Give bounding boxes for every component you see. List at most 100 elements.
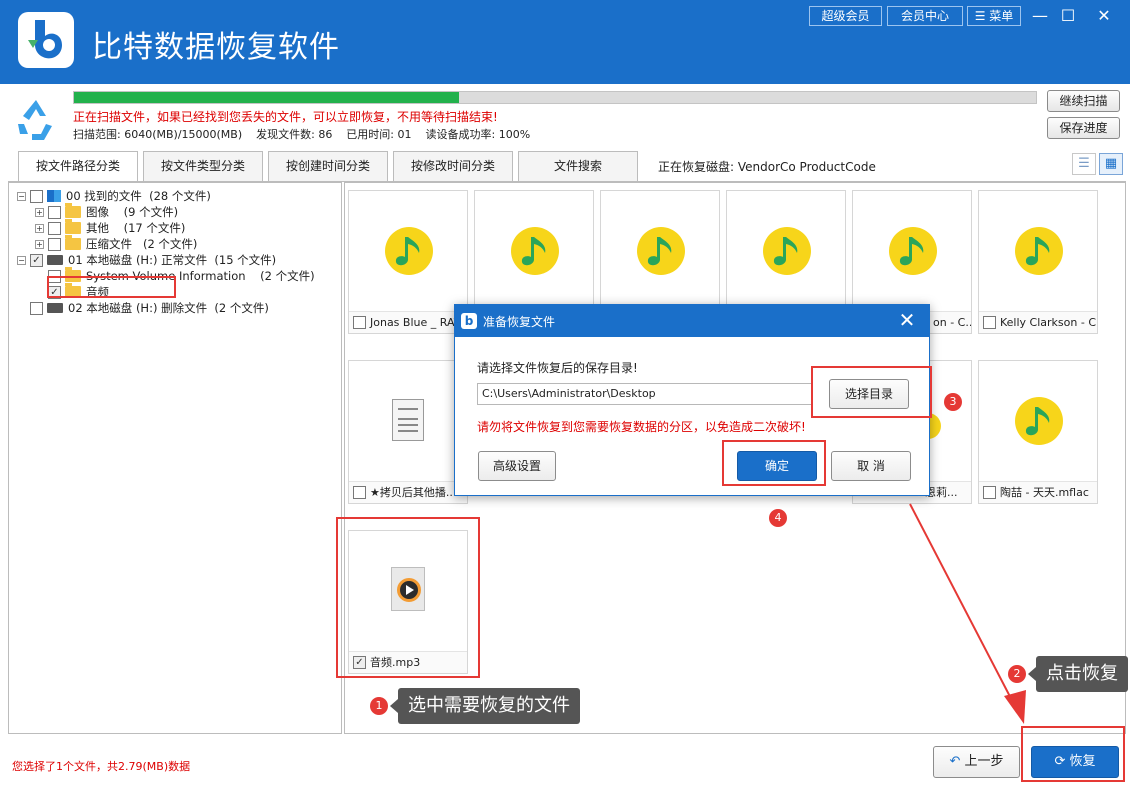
close-window-button[interactable]: ✕ xyxy=(1090,4,1118,28)
scan-message: 正在扫描文件，如果已经找到您丢失的文件，可以立即恢复，不用等待扫描结束! xyxy=(73,110,498,124)
tree-item-label: 01 本地磁盘 (H:) 正常文件 (15 个文件) xyxy=(68,253,277,267)
cancel-button[interactable]: 取 消 xyxy=(831,451,911,481)
grid-view-icon[interactable]: ▦ xyxy=(1099,153,1123,175)
tab-created-time[interactable]: 按创建时间分类 xyxy=(268,151,388,181)
scan-progress-bar xyxy=(73,91,1037,104)
tree-item-found-files[interactable]: − 00 找到的文件 (28 个文件) xyxy=(17,188,211,204)
checkbox[interactable] xyxy=(983,316,996,329)
tree-item-label: 压缩文件 (2 个文件) xyxy=(86,237,198,251)
expand-icon[interactable]: + xyxy=(35,223,44,233)
file-tile-footer: Jonas Blue _ RAYE xyxy=(349,311,467,333)
highlight-choose-directory xyxy=(811,366,932,418)
back-arrow-icon: ↶ xyxy=(949,754,961,769)
tree-item-label: 00 找到的文件 (28 个文件) xyxy=(66,189,211,203)
folder-tree: − 00 找到的文件 (28 个文件) + 图像 (9 个文件) + 其他 (1… xyxy=(8,182,342,734)
scan-stats: 扫描范围: 6040(MB)/15000(MB) 发现文件数: 86 已用时间:… xyxy=(73,128,531,141)
tree-item-disk-deleted[interactable]: 02 本地磁盘 (H:) 删除文件 (2 个文件) xyxy=(17,300,269,316)
tree-item-images[interactable]: + 图像 (9 个文件) xyxy=(35,203,179,220)
scan-progress-fill xyxy=(74,92,459,103)
selection-status: 您选择了1个文件，共2.79(MB)数据 xyxy=(12,760,191,773)
list-view-icon[interactable]: ☰ xyxy=(1072,153,1096,175)
folder-icon xyxy=(65,219,81,234)
file-name: Jonas Blue _ RAYE xyxy=(370,315,467,329)
file-tile[interactable]: ★拷贝后其他播... xyxy=(348,360,468,504)
qq-music-icon xyxy=(637,227,685,275)
minimize-button[interactable]: — xyxy=(1026,4,1054,28)
step-badge-2: 2 xyxy=(1008,665,1026,683)
dialog-prompt: 请选择文件恢复后的保存目录! xyxy=(477,361,638,375)
checkbox[interactable] xyxy=(353,486,366,499)
checkbox[interactable] xyxy=(353,316,366,329)
advanced-settings-button[interactable]: 高级设置 xyxy=(478,451,556,481)
back-button[interactable]: ↶ 上一步 xyxy=(933,746,1020,778)
member-center-button[interactable]: 会员中心 xyxy=(887,6,963,26)
tree-item-other[interactable]: + 其他 (17 个文件) xyxy=(35,219,186,236)
folder-icon xyxy=(65,203,81,218)
step2-arrow xyxy=(909,503,1026,724)
step1-tooltip: 选中需要恢复的文件 xyxy=(390,688,580,724)
recycle-icon xyxy=(12,96,60,145)
menu-icon: ☰ xyxy=(974,9,986,23)
recovering-disk-label: 正在恢复磁盘: VendorCo ProductCode xyxy=(658,160,876,174)
file-name: ★拷贝后其他播... xyxy=(370,485,457,499)
app-logo-icon xyxy=(18,12,74,68)
file-tile-footer: ★拷贝后其他播... xyxy=(349,481,467,503)
file-tile-footer: Kelly Clarkson - C... xyxy=(979,311,1097,333)
app-title: 比特数据恢复软件 xyxy=(92,30,340,65)
save-progress-button[interactable]: 保存进度 xyxy=(1047,117,1120,139)
qq-music-icon xyxy=(511,227,559,275)
checkbox[interactable] xyxy=(48,221,61,235)
expand-icon[interactable]: + xyxy=(35,207,44,217)
tree-item-label: 图像 (9 个文件) xyxy=(86,205,179,219)
super-member-button[interactable]: 超级会员 xyxy=(809,6,882,26)
file-name: on - C... xyxy=(933,315,971,329)
back-label: 上一步 xyxy=(964,754,1004,769)
maximize-button[interactable]: ☐ xyxy=(1054,4,1082,28)
tree-item-label: 02 本地磁盘 (H:) 删除文件 (2 个文件) xyxy=(68,301,269,315)
collapse-icon[interactable]: − xyxy=(17,191,26,201)
highlight-confirm xyxy=(722,440,826,486)
dialog-warning: 请勿将文件恢复到您需要恢复数据的分区，以免造成二次破坏! xyxy=(477,420,806,434)
tree-item-archives[interactable]: + 压缩文件 (2 个文件) xyxy=(35,235,198,252)
dialog-logo-icon: b xyxy=(461,313,477,329)
collapse-icon[interactable]: − xyxy=(17,255,26,265)
file-tile[interactable]: Jonas Blue _ RAYE xyxy=(348,190,468,334)
tree-item-label: 其他 (17 个文件) xyxy=(86,221,186,235)
menu-label: 菜单 xyxy=(989,9,1014,23)
menu-button[interactable]: ☰ 菜单 xyxy=(967,6,1021,26)
highlight-recover-button xyxy=(1021,726,1125,782)
qq-music-icon xyxy=(763,227,811,275)
highlight-selected-file xyxy=(336,517,480,678)
checkbox[interactable] xyxy=(30,189,43,203)
tab-modified-time[interactable]: 按修改时间分类 xyxy=(393,151,513,181)
checkbox[interactable] xyxy=(30,301,43,315)
dialog-close-icon[interactable]: ✕ xyxy=(895,308,919,332)
tab-file-search[interactable]: 文件搜索 xyxy=(518,151,638,181)
file-tile[interactable]: Kelly Clarkson - C... xyxy=(978,190,1098,334)
tab-path[interactable]: 按文件路径分类 xyxy=(18,151,138,182)
checkbox[interactable] xyxy=(48,237,61,251)
continue-scan-button[interactable]: 继续扫描 xyxy=(1047,90,1120,112)
document-icon xyxy=(392,399,424,441)
save-path-input[interactable]: C:\Users\Administrator\Desktop xyxy=(477,383,813,405)
grid-folder-icon xyxy=(47,190,61,202)
checkbox[interactable]: ✓ xyxy=(30,253,43,267)
step2-tooltip: 点击恢复 xyxy=(1028,656,1128,692)
dialog-title: 准备恢复文件 xyxy=(483,315,556,329)
qq-music-icon xyxy=(385,227,433,275)
qq-music-icon xyxy=(889,227,937,275)
qq-music-icon xyxy=(1015,227,1063,275)
file-name: Kelly Clarkson - C... xyxy=(1000,315,1097,329)
qq-music-icon xyxy=(1015,397,1063,445)
checkbox[interactable] xyxy=(48,205,61,219)
file-tile[interactable]: 陶喆 - 天天.mflac xyxy=(978,360,1098,504)
folder-icon xyxy=(65,235,81,250)
step-badge-1: 1 xyxy=(370,697,388,715)
highlight-audio-folder xyxy=(47,276,176,298)
tab-type[interactable]: 按文件类型分类 xyxy=(143,151,263,181)
step-badge-4: 4 xyxy=(769,509,787,527)
drive-icon xyxy=(47,255,63,265)
checkbox[interactable] xyxy=(983,486,996,499)
expand-icon[interactable]: + xyxy=(35,239,44,249)
tree-item-disk-normal[interactable]: − ✓ 01 本地磁盘 (H:) 正常文件 (15 个文件) xyxy=(17,252,276,268)
